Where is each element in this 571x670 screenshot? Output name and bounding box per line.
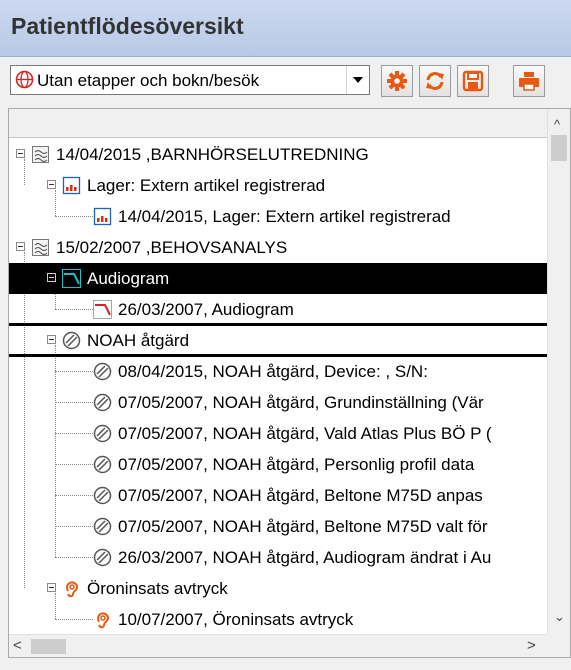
- window-title: Patientflödesöversikt: [11, 13, 244, 39]
- tree-row[interactable]: 26/03/2007, NOAH åtgärd, Audiogram ändra…: [9, 542, 547, 573]
- collapse-toggle-icon[interactable]: [47, 583, 56, 592]
- tree-row-label: Öroninsats avtryck: [87, 579, 228, 598]
- settings-button[interactable]: [381, 65, 413, 97]
- print-button[interactable]: [513, 65, 545, 97]
- tree-row[interactable]: 15/02/2007 ,BEHOVSANALYS: [9, 232, 547, 263]
- tree-row[interactable]: 26/03/2007, Audiogram: [9, 294, 547, 325]
- tree-row[interactable]: 14/04/2015, Lager: Extern artikel regist…: [9, 201, 547, 232]
- ear-icon: [62, 579, 81, 598]
- tree-row[interactable]: 07/05/2007, NOAH åtgärd, Personlig profi…: [9, 449, 547, 480]
- patient-flow-tree[interactable]: 14/04/2015 ,BARNHÖRSELUTREDNING Lager: Ex…: [9, 137, 547, 634]
- collapse-toggle-icon[interactable]: [47, 180, 56, 189]
- tree-row[interactable]: 07/05/2007, NOAH åtgärd, Grundinställnin…: [9, 387, 547, 418]
- refresh-button[interactable]: [419, 65, 451, 97]
- globe-icon: [15, 70, 34, 94]
- tree-row-label: 08/04/2015, NOAH åtgärd, Device: , S/N:: [118, 362, 428, 381]
- tree-row[interactable]: Lager: Extern artikel registrerad: [9, 170, 547, 201]
- tree-row-label: 10/07/2007, Öroninsats avtryck: [118, 610, 354, 629]
- selection-separator: [9, 354, 547, 357]
- noah-icon: [62, 331, 81, 350]
- chevron-down-icon[interactable]: [346, 66, 369, 94]
- vertical-scrollbar[interactable]: ^ ⌄: [547, 109, 570, 634]
- tree-row-label: Lager: Extern artikel registrerad: [87, 176, 326, 195]
- noah-icon: [93, 393, 112, 412]
- tree-connector: [55, 495, 93, 496]
- tree-row-label: 07/05/2007, NOAH åtgärd, Grundinställnin…: [118, 393, 484, 412]
- tree-row[interactable]: 10/07/2007, Öroninsats avtryck: [9, 604, 547, 634]
- tree-row-label: 07/05/2007, NOAH åtgärd, Beltone M75D va…: [118, 517, 488, 536]
- selection-separator: [9, 323, 547, 326]
- scroll-up-icon[interactable]: ^: [554, 117, 560, 132]
- tree-row-label: 07/05/2007, NOAH åtgärd, Vald Atlas Plus…: [118, 424, 492, 443]
- filter-selected-value: Utan etapper och bokn/besök: [37, 71, 260, 90]
- tree-row-label: Audiogram: [87, 269, 170, 288]
- collapse-toggle-icon[interactable]: [47, 273, 56, 282]
- collapse-toggle-icon[interactable]: [47, 335, 56, 344]
- vertical-scroll-thumb[interactable]: [551, 135, 567, 161]
- scroll-right-icon[interactable]: >: [527, 637, 536, 654]
- referral-icon: [31, 145, 50, 164]
- tree-row[interactable]: 14/04/2015 ,BARNHÖRSELUTREDNING: [9, 139, 547, 170]
- collapse-toggle-icon[interactable]: [16, 149, 25, 158]
- refresh-icon: [426, 72, 444, 90]
- tree-row-label: 14/04/2015 ,BARNHÖRSELUTREDNING: [56, 145, 369, 164]
- view-filter-dropdown[interactable]: Utan etapper och bokn/besök: [10, 65, 370, 95]
- save-icon: [462, 70, 484, 92]
- tree-row-label: 15/02/2007 ,BEHOVSANALYS: [56, 238, 288, 257]
- tree-row-label: 26/03/2007, Audiogram: [118, 300, 294, 319]
- tree-row-label: 26/03/2007, NOAH åtgärd, Audiogram ändra…: [118, 548, 492, 567]
- print-icon: [519, 72, 539, 91]
- patient-flow-window: Patientflödesöversikt Utan etapper och b…: [0, 0, 571, 670]
- noah-icon: [93, 424, 112, 443]
- inventory-icon: [62, 176, 81, 195]
- tree-connector: [55, 216, 93, 217]
- tree-row-label: 07/05/2007, NOAH åtgärd, Personlig profi…: [118, 455, 475, 474]
- noah-icon: [93, 362, 112, 381]
- audiogram-icon: [62, 269, 81, 288]
- scroll-down-icon[interactable]: ⌄: [554, 609, 565, 625]
- noah-icon: [93, 517, 112, 536]
- horizontal-scroll-thumb[interactable]: [31, 639, 66, 654]
- scroll-left-icon[interactable]: <: [13, 637, 22, 654]
- noah-icon: [93, 455, 112, 474]
- tree-row-label: 14/04/2015, Lager: Extern artikel regist…: [118, 207, 451, 226]
- audiogram-icon: [93, 300, 112, 319]
- tree-connector: [55, 402, 93, 403]
- tree-connector: [55, 557, 93, 558]
- inventory-icon: [93, 207, 112, 226]
- tree-header: [9, 109, 547, 138]
- tree-connector: [55, 526, 93, 527]
- ear-icon: [93, 610, 112, 629]
- tree-row[interactable]: Audiogram: [9, 263, 547, 294]
- tree-row[interactable]: Öroninsats avtryck: [9, 573, 547, 604]
- tree-row[interactable]: 07/05/2007, NOAH åtgärd, Beltone M75D an…: [9, 480, 547, 511]
- tree-row[interactable]: NOAH åtgärd: [9, 325, 547, 356]
- tree-row[interactable]: 07/05/2007, NOAH åtgärd, Vald Atlas Plus…: [9, 418, 547, 449]
- tree-row[interactable]: 07/05/2007, NOAH åtgärd, Beltone M75D va…: [9, 511, 547, 542]
- horizontal-scrollbar[interactable]: < >: [9, 634, 547, 657]
- tree-connector: [55, 371, 93, 372]
- tree-connector: [55, 464, 93, 465]
- tree-row[interactable]: 08/04/2015, NOAH åtgärd, Device: , S/N:: [9, 356, 547, 387]
- tree-connector: [55, 433, 93, 434]
- tree-connector: [55, 309, 93, 310]
- noah-icon: [93, 486, 112, 505]
- tree-connector: [55, 619, 93, 620]
- noah-icon: [93, 548, 112, 567]
- save-button[interactable]: [457, 65, 489, 97]
- title-bar: Patientflödesöversikt: [0, 0, 571, 57]
- tree-row-label: 07/05/2007, NOAH åtgärd, Beltone M75D an…: [118, 486, 483, 505]
- referral-icon: [31, 238, 50, 257]
- tree-row-label: NOAH åtgärd: [87, 331, 190, 350]
- patient-flow-tree-panel: 14/04/2015 ,BARNHÖRSELUTREDNING Lager: Ex…: [8, 108, 571, 658]
- collapse-toggle-icon[interactable]: [16, 242, 25, 251]
- gear-icon: [387, 71, 407, 91]
- scrollbar-corner: [547, 634, 570, 657]
